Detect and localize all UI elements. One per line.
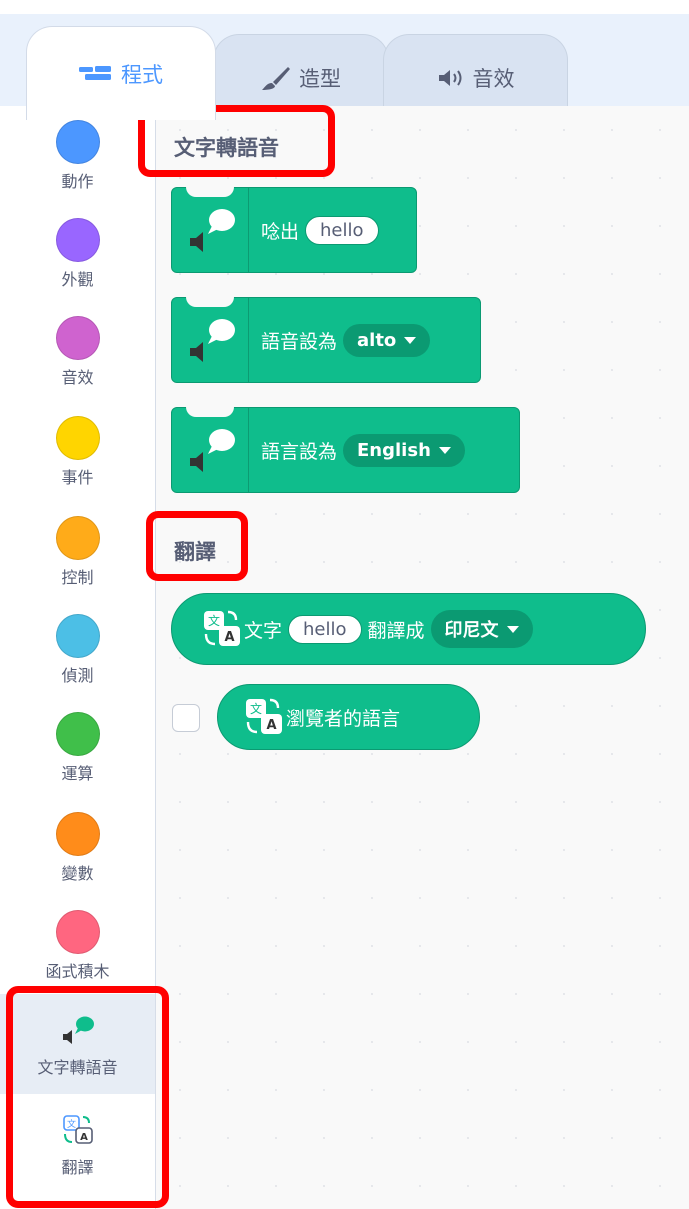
chevron-down-icon [438, 446, 451, 454]
category-sensing[interactable]: 偵測 [0, 614, 155, 686]
highlight-extension-categories [6, 986, 169, 1208]
highlight-translate-heading [146, 511, 248, 581]
translate-icon: 文A [242, 695, 286, 739]
category-events[interactable]: 事件 [0, 416, 155, 488]
block-palette: 文字轉語音 唸出 hello 語音設為 alto 語言設為 English 翻譯… [156, 106, 689, 1209]
viewer-language-block[interactable]: 文A 瀏覽者的語言 [217, 684, 480, 750]
svg-text:文: 文 [250, 701, 262, 716]
text-to-speech-icon [186, 206, 238, 254]
text-to-speech-icon [186, 316, 238, 364]
speak-text-input[interactable]: hello [305, 215, 379, 245]
text-to-speech-icon [186, 426, 238, 474]
set-voice-label: 語音設為 [261, 330, 338, 353]
category-dot [55, 516, 100, 560]
tab-code-label: 程式 [121, 62, 163, 87]
category-operators[interactable]: 運算 [0, 712, 155, 784]
category-looks[interactable]: 外觀 [0, 218, 155, 290]
category-my-blocks[interactable]: 函式積木 [0, 910, 155, 982]
translate-block[interactable]: 文A 文字 hello 翻譯成 印尼文 [171, 593, 646, 665]
tab-sounds-label: 音效 [472, 66, 515, 91]
viewer-language-checkbox[interactable] [172, 704, 200, 732]
set-language-label: 語言設為 [261, 440, 338, 463]
code-icon [79, 64, 113, 84]
speak-label: 唸出 [261, 220, 300, 243]
category-dot [55, 910, 100, 954]
top-bar [0, 0, 689, 14]
tab-strip: 程式 造型 音效 [0, 14, 689, 120]
category-motion[interactable]: 動作 [0, 120, 155, 192]
chevron-down-icon [404, 336, 417, 344]
category-sound[interactable]: 音效 [0, 316, 155, 388]
language-dropdown[interactable]: English [343, 433, 465, 467]
voice-dropdown[interactable]: alto [343, 323, 431, 357]
category-variables[interactable]: 變數 [0, 812, 155, 884]
category-control[interactable]: 控制 [0, 516, 155, 588]
viewer-language-label: 瀏覽者的語言 [286, 707, 401, 730]
category-dot [55, 120, 100, 164]
tab-code[interactable]: 程式 [26, 26, 216, 120]
category-dot [55, 416, 100, 460]
svg-text:文: 文 [208, 613, 220, 628]
translate-to-label: 翻譯成 [367, 619, 425, 642]
target-language-dropdown[interactable]: 印尼文 [430, 610, 533, 648]
translate-text-label: 文字 [244, 619, 283, 642]
category-dot [55, 614, 100, 658]
set-language-block[interactable]: 語言設為 English [171, 407, 520, 493]
tab-costumes-label: 造型 [299, 66, 341, 91]
svg-text:A: A [224, 630, 234, 645]
category-dot [55, 316, 100, 360]
set-voice-block[interactable]: 語音設為 alto [171, 297, 481, 383]
category-dot [55, 812, 100, 856]
speaker-icon [437, 67, 465, 89]
brush-icon [261, 65, 291, 91]
category-dot [55, 218, 100, 262]
chevron-down-icon [506, 625, 519, 633]
speak-block[interactable]: 唸出 hello [171, 187, 417, 273]
category-dot [55, 712, 100, 756]
svg-text:A: A [266, 718, 276, 733]
translate-icon: 文A [200, 607, 244, 651]
translate-text-input[interactable]: hello [288, 614, 362, 644]
